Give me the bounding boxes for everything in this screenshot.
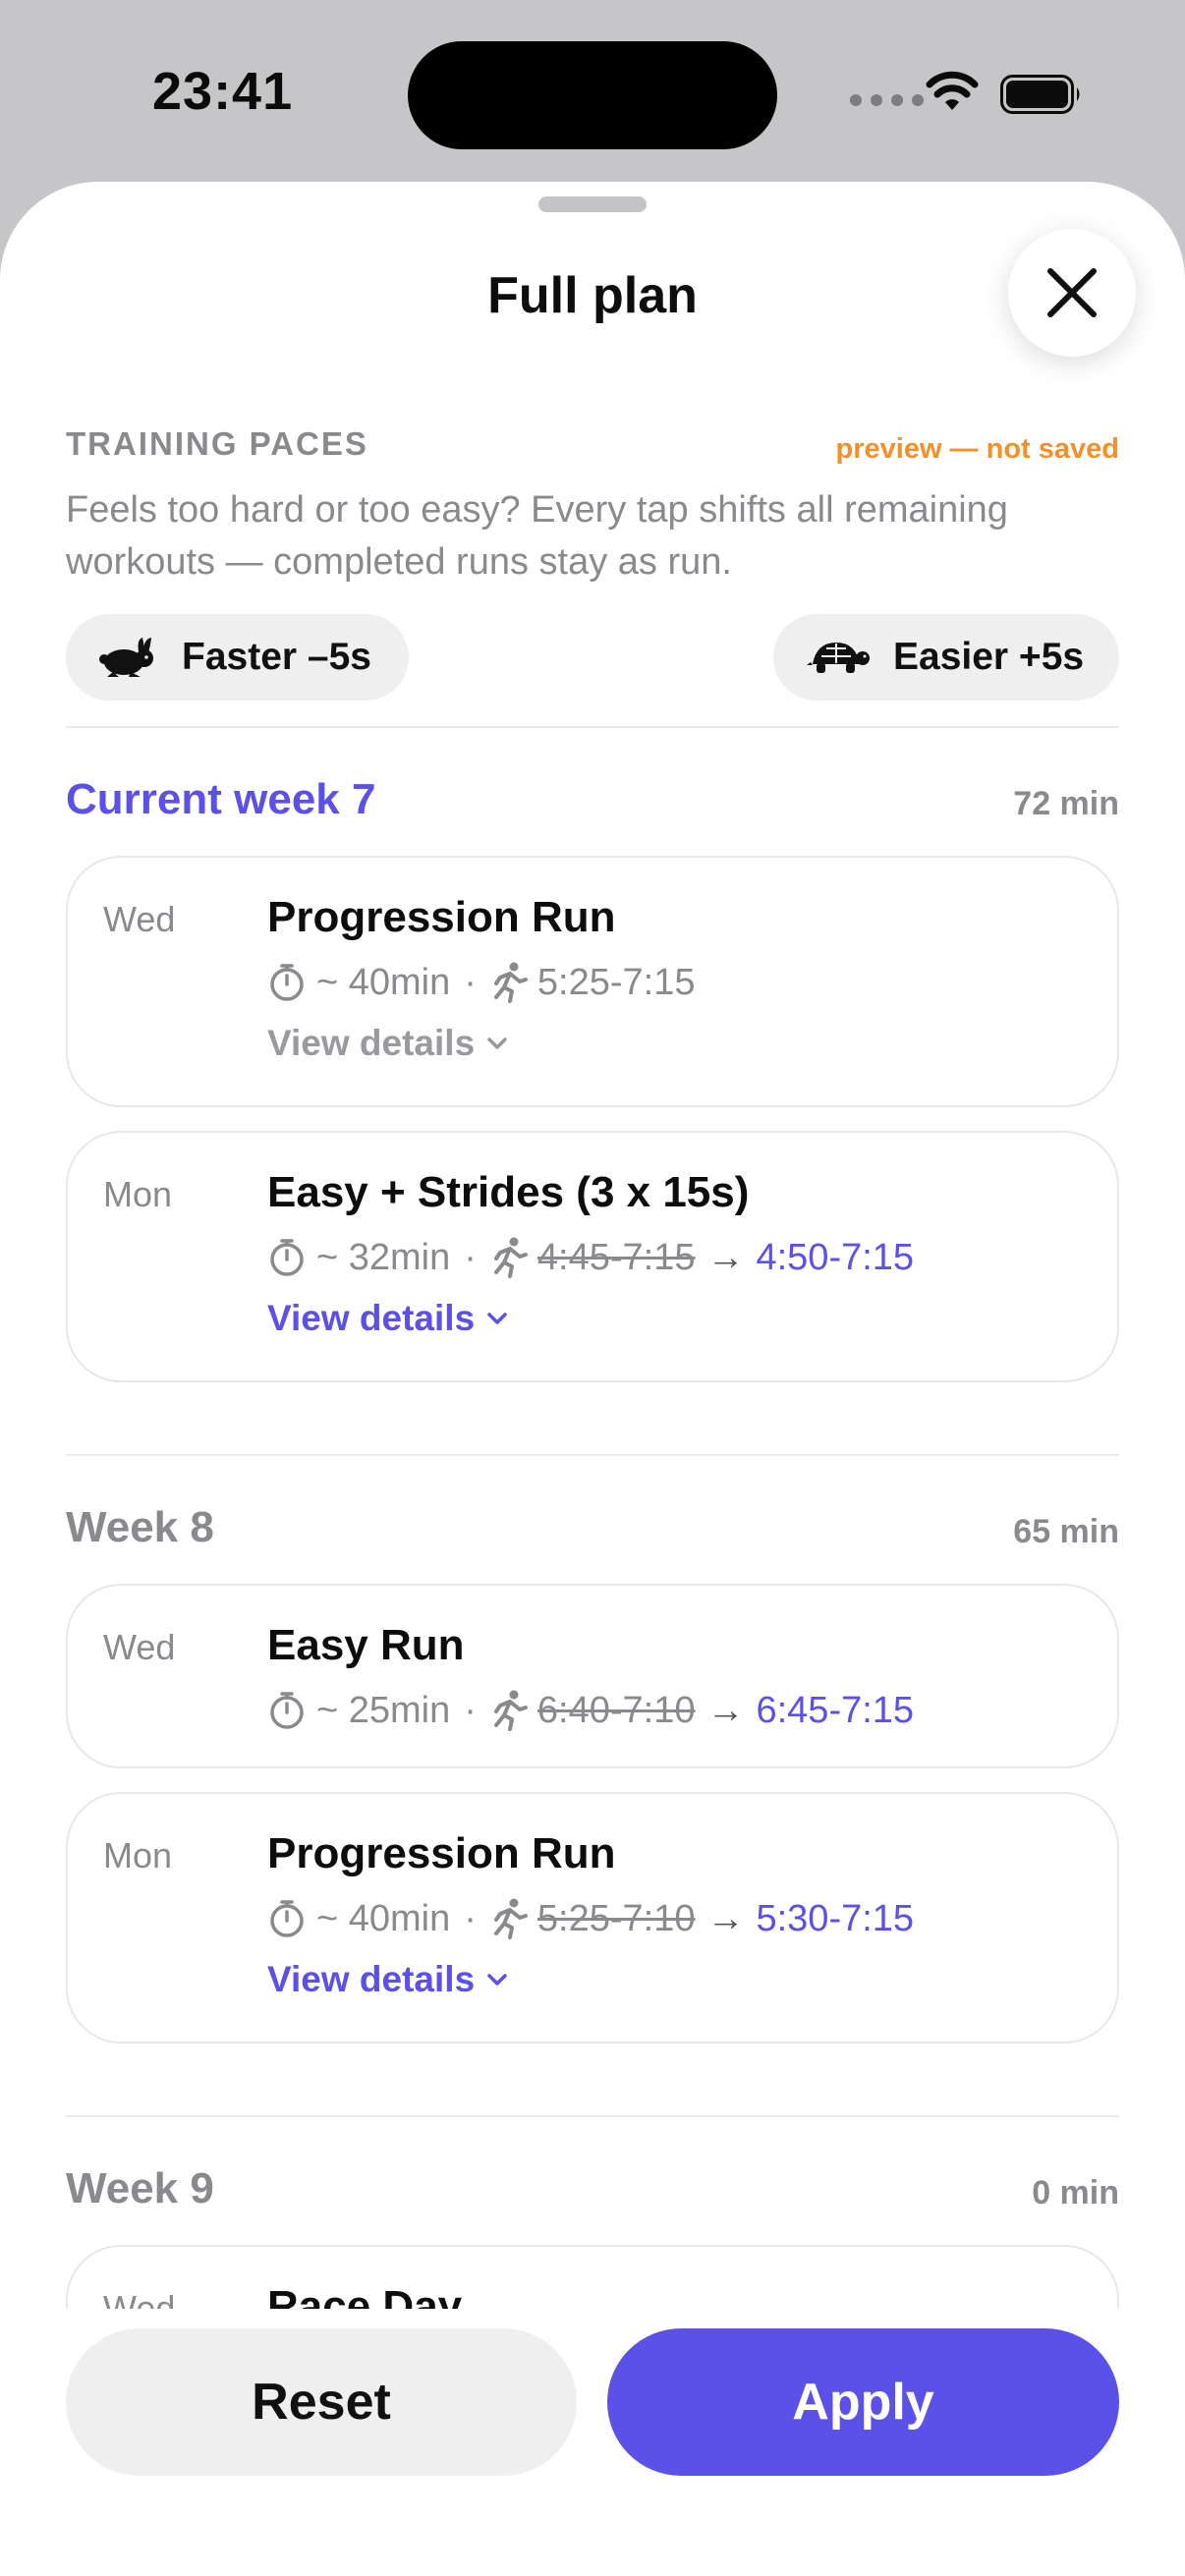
- workout-card[interactable]: Wed Race Day: [66, 2245, 1119, 2309]
- wifi-icon: [926, 71, 979, 110]
- dynamic-island: [408, 41, 777, 149]
- turtle-icon: [807, 643, 870, 673]
- workout-duration: ~ 40min: [316, 1897, 451, 1939]
- divider: [66, 726, 1119, 728]
- stopwatch-icon: [267, 963, 307, 1002]
- week-title: Week 8: [66, 1503, 214, 1551]
- workout-day: Wed: [103, 1627, 176, 1667]
- faster-button[interactable]: Faster –5s: [66, 614, 409, 700]
- workout-day: Wed: [103, 899, 176, 939]
- old-pace: 4:45-7:15: [536, 1236, 696, 1278]
- new-pace: 4:50-7:15: [756, 1236, 915, 1278]
- faster-label: Faster –5s: [182, 636, 371, 678]
- apply-button[interactable]: Apply: [607, 2328, 1119, 2476]
- arrow-right-icon: →: [706, 1689, 745, 1731]
- easier-button[interactable]: Easier +5s: [773, 614, 1119, 700]
- workout-name: Easy Run: [267, 1621, 465, 1669]
- workout-duration: ~ 40min: [316, 961, 451, 1003]
- arrow-right-icon: →: [706, 1236, 745, 1278]
- workout-duration: ~ 32min: [316, 1236, 451, 1278]
- view-details-label: View details: [267, 1298, 476, 1338]
- workout-meta: ~ 40min · 5:25-7:10 → 5:30-7:15: [267, 1896, 914, 1941]
- divider: [66, 2115, 1119, 2117]
- rabbit-icon: [99, 638, 153, 677]
- workout-card[interactable]: Mon Easy + Strides (3 x 15s) ~ 32min · 4…: [66, 1131, 1119, 1382]
- divider: [66, 1454, 1119, 1456]
- runner-icon: [490, 962, 528, 1003]
- new-pace: 6:45-7:15: [756, 1689, 915, 1731]
- week-total-minutes: 0 min: [1032, 2174, 1119, 2212]
- preview-status: preview — not saved: [835, 433, 1120, 465]
- workout-name: Progression Run: [267, 893, 616, 941]
- workout-day: Wed: [103, 2288, 176, 2309]
- separator-dot: ·: [464, 1236, 477, 1278]
- new-pace: 5:30-7:15: [756, 1897, 915, 1939]
- workout-card[interactable]: Wed Easy Run ~ 25min · 6:40-7:10 → 6:45-…: [66, 1584, 1119, 1768]
- training-paces-description: Feels too hard or too easy? Every tap sh…: [66, 489, 1008, 583]
- workout-name: Progression Run: [267, 1829, 616, 1877]
- status-time: 23:41: [152, 62, 294, 121]
- arrow-right-icon: →: [706, 1897, 745, 1939]
- separator-dot: ·: [464, 961, 477, 1003]
- runner-icon: [490, 1898, 528, 1939]
- view-details-link[interactable]: View details: [267, 1023, 508, 1064]
- workout-pace: 5:25-7:15: [536, 961, 696, 1003]
- old-pace: 5:25-7:10: [536, 1897, 696, 1939]
- easier-label: Easier +5s: [893, 636, 1085, 678]
- separator-dot: ·: [464, 1897, 477, 1939]
- view-details-label: View details: [267, 1959, 476, 1999]
- workout-meta: ~ 25min · 6:40-7:10 → 6:45-7:15: [267, 1688, 914, 1733]
- stopwatch-icon: [267, 1238, 307, 1277]
- full-plan-sheet: Full plan TRAINING PACES preview — not s…: [0, 182, 1185, 2576]
- status-bar: 23:41: [0, 0, 1185, 187]
- workout-meta: ~ 40min · 5:25-7:15: [267, 960, 695, 1005]
- cellular-signal-icon: [850, 94, 924, 106]
- runner-icon: [490, 1237, 528, 1278]
- chevron-down-icon: [486, 1973, 508, 1987]
- workout-duration: ~ 25min: [316, 1689, 451, 1731]
- week-title: Week 9: [66, 2164, 214, 2212]
- separator-dot: ·: [464, 1689, 477, 1731]
- week-total-minutes: 72 min: [1013, 785, 1119, 822]
- plan-scroll-area[interactable]: TRAINING PACES preview — not saved Feels…: [66, 182, 1119, 2309]
- stopwatch-icon: [267, 1899, 307, 1938]
- old-pace: 6:40-7:10: [536, 1689, 696, 1731]
- workout-name: Easy + Strides (3 x 15s): [267, 1168, 750, 1216]
- workout-day: Mon: [103, 1835, 173, 1876]
- week-title: Current week 7: [66, 775, 376, 823]
- workout-card[interactable]: Wed Progression Run ~ 40min · 5:25-7:15 …: [66, 856, 1119, 1107]
- chevron-down-icon: [486, 1312, 508, 1325]
- workout-name: Race Day: [267, 2282, 463, 2309]
- training-paces-heading: TRAINING PACES: [66, 425, 368, 462]
- battery-icon: [1000, 75, 1080, 114]
- workout-card[interactable]: Mon Progression Run ~ 40min · 5:25-7:10 …: [66, 1792, 1119, 2044]
- chevron-down-icon: [486, 1036, 508, 1050]
- week-total-minutes: 65 min: [1013, 1513, 1119, 1550]
- stopwatch-icon: [267, 1691, 307, 1730]
- workout-meta: ~ 32min · 4:45-7:15 → 4:50-7:15: [267, 1235, 914, 1280]
- view-details-link[interactable]: View details: [267, 1959, 508, 2000]
- view-details-link[interactable]: View details: [267, 1298, 508, 1339]
- workout-day: Mon: [103, 1174, 173, 1214]
- view-details-label: View details: [267, 1023, 476, 1063]
- runner-icon: [490, 1690, 528, 1731]
- reset-button[interactable]: Reset: [66, 2328, 577, 2476]
